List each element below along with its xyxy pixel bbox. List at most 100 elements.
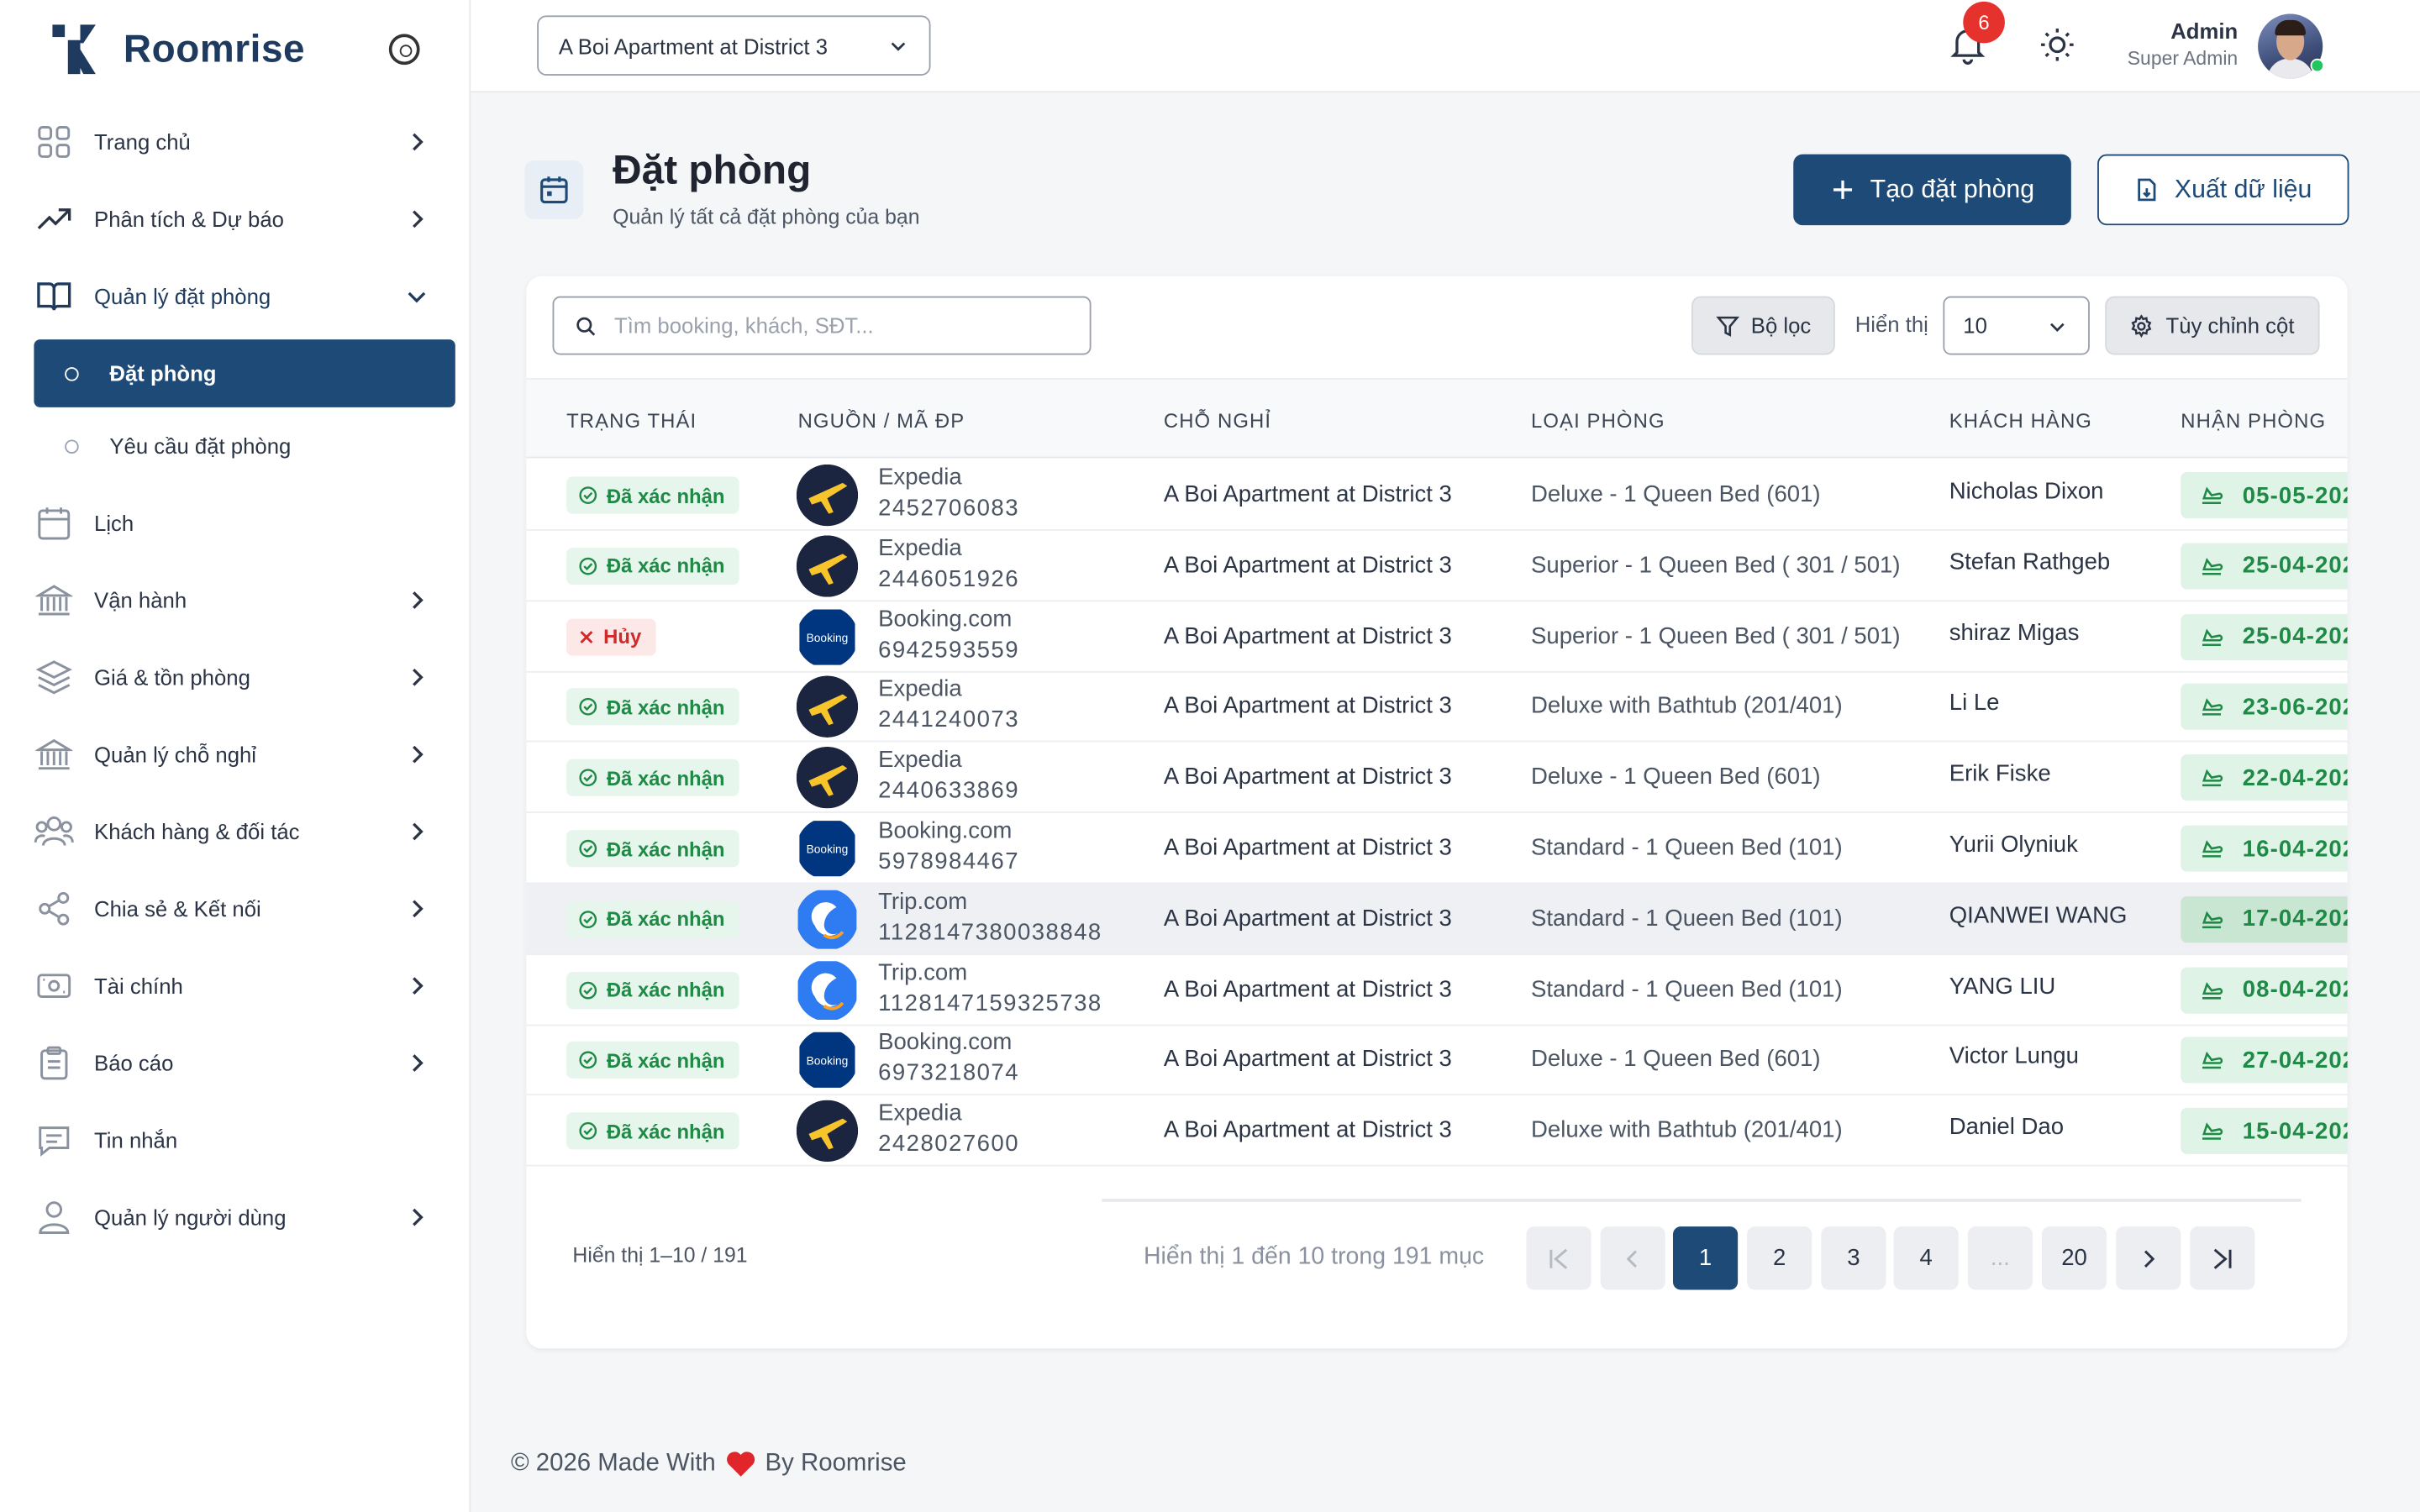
guest-name[interactable]: Daniel Dao [1949, 1114, 2064, 1140]
booking-code[interactable]: 5978984467 [878, 848, 1019, 874]
booking-code[interactable]: 2440633869 [878, 778, 1019, 804]
sidebar-item-properties[interactable]: Quản lý chỗ nghỉ [0, 716, 471, 793]
sidebar-item-booking-requests[interactable]: Yêu cầu đặt phòng [34, 412, 455, 480]
next-page-button[interactable] [2116, 1226, 2181, 1290]
property-select[interactable]: A Boi Apartment at District 3 [537, 15, 931, 76]
booking-code[interactable]: 2441240073 [878, 707, 1019, 733]
sidebar-item-calendar[interactable]: Lịch [0, 485, 471, 562]
page-button-3[interactable]: 3 [1821, 1226, 1886, 1290]
room-type: Standard - 1 Queen Bed (101) [1531, 975, 1843, 1003]
chevron-right-icon [413, 900, 424, 918]
sidebar-toggle-icon[interactable] [388, 34, 420, 66]
sidebar-item-operations[interactable]: Vận hành [0, 562, 471, 639]
sidebar-item-analytics[interactable]: Phân tích & Dự báo [0, 181, 471, 258]
guest-name[interactable]: shiraz Migas [1949, 620, 2080, 646]
room-type: Superior - 1 Queen Bed ( 301 / 501) [1531, 622, 1901, 649]
sidebar-item-bookings[interactable]: Đặt phòng [34, 339, 455, 407]
pagination-summary: Hiển thị 1–10 / 191 [572, 1243, 748, 1267]
customize-columns-button[interactable]: Tùy chỉnh cột [2105, 296, 2320, 355]
guest-name[interactable]: YANG LIU [1949, 973, 2056, 999]
column-header-checkin[interactable]: NHẬN PHÒNG [2181, 409, 2326, 433]
guest-name[interactable]: Yurii Olyniuk [1949, 832, 2078, 858]
sidebar-item-share-connect[interactable]: Chia sẻ & Kết nối [0, 870, 471, 948]
table-row[interactable]: Hủy Booking Booking.com 6942593559 A Boi Apa… [526, 601, 2348, 673]
column-header-status[interactable]: TRẠNG THÁI [566, 409, 697, 433]
status-label: Đã xác nhận [606, 696, 725, 719]
chevron-right-icon [413, 1208, 424, 1226]
sidebar-item-finance[interactable]: Tài chính [0, 948, 471, 1025]
table-row[interactable]: Đã xác nhận Expedia 2452706083 A Boi Apartm… [526, 459, 2348, 531]
booking-code[interactable]: 2452706083 [878, 496, 1019, 522]
search-placeholder: Tìm booking, khách, SĐT... [614, 312, 874, 339]
sidebar-item-booking-management[interactable]: Quản lý đặt phòng [0, 258, 471, 335]
guest-name[interactable]: Stefan Rathgeb [1949, 549, 2110, 575]
guest-name[interactable]: Li Le [1949, 690, 2000, 717]
sidebar-item-home[interactable]: Trang chủ [0, 103, 471, 181]
booking-logo-icon: Booking [797, 817, 858, 879]
column-header-room-type[interactable]: LOẠI PHÒNG [1531, 409, 1665, 433]
sidebar-item-messages[interactable]: Tin nhắn [0, 1101, 471, 1179]
page-button-4[interactable]: 4 [1893, 1226, 1959, 1290]
sidebar-item-customers-partners[interactable]: Khách hàng & đối tác [0, 793, 471, 870]
booking-code[interactable]: 1128147380038848 [878, 919, 1102, 945]
sidebar-item-user-management[interactable]: Quản lý người dùng [0, 1179, 471, 1256]
table-row[interactable]: Đã xác nhận Expedia 2446051926 A Boi Apartm… [526, 530, 2348, 601]
sidebar-item-reports[interactable]: Báo cáo [0, 1025, 471, 1102]
sun-icon[interactable] [2039, 26, 2075, 63]
checkin-date-value: 25-04-202 [2242, 623, 2348, 650]
create-booking-button[interactable]: Tạo đặt phòng [1793, 154, 2071, 226]
notification-badge: 6 [1963, 1, 2005, 44]
topbar: A Boi Apartment at District 3 6 Admin Su… [471, 0, 2420, 93]
page-size-select[interactable]: 10 [1943, 296, 2090, 355]
column-header-property[interactable]: CHỖ NGHỈ [1164, 409, 1271, 433]
sidebar-item-rates-inventory[interactable]: Giá & tồn phòng [0, 638, 471, 716]
pagination-range: Hiển thị 1 đến 10 trong 191 mục [1143, 1243, 1485, 1270]
chevron-right-icon [413, 977, 424, 995]
guest-name[interactable]: QIANWEI WANG [1949, 902, 2128, 928]
column-header-guest[interactable]: KHÁCH HÀNG [1949, 409, 2092, 433]
booking-code[interactable]: 6973218074 [878, 1061, 1019, 1087]
sidebar: Roomrise Trang chủ Phân tích & Dự báo Qu… [0, 0, 471, 1512]
room-type: Deluxe with Bathtub (201/401) [1531, 1117, 1843, 1144]
table-row[interactable]: Đã xác nhận Expedia 2441240073 A Boi Apartm… [526, 672, 2348, 743]
source-name: Trip.com [878, 958, 968, 985]
circle-icon [65, 366, 79, 381]
first-page-button[interactable] [1526, 1226, 1591, 1290]
checkin-date-value: 08-04-202 [2242, 976, 2348, 1004]
export-data-button[interactable]: Xuất dữ liệu [2097, 154, 2349, 226]
table-row[interactable]: Đã xác nhận Trip.com 1128147380038848 A Boi… [526, 884, 2348, 955]
checkin-date-value: 25-04-202 [2242, 553, 2348, 580]
status-label: Đã xác nhận [606, 1048, 725, 1073]
chevron-right-icon [413, 745, 424, 764]
guest-name[interactable]: Erik Fiske [1949, 761, 2051, 787]
search-input[interactable]: Tìm booking, khách, SĐT... [552, 296, 1092, 355]
prev-page-button[interactable] [1600, 1226, 1665, 1290]
booking-code[interactable]: 2446051926 [878, 566, 1019, 592]
last-page-button[interactable] [2190, 1226, 2255, 1290]
page-button-20[interactable]: 20 [2041, 1226, 2107, 1290]
check-in-icon [2202, 981, 2223, 999]
booking-code[interactable]: 2428027600 [878, 1131, 1019, 1158]
page-button-1[interactable]: 1 [1672, 1226, 1739, 1290]
trending-up-icon [34, 199, 74, 239]
check-circle-icon [579, 1052, 597, 1069]
table-row[interactable]: Đã xác nhận Expedia 2440633869 A Boi Apartm… [526, 743, 2348, 814]
table-row[interactable]: Đã xác nhận Booking Booking.com 5978984467 A… [526, 813, 2348, 885]
table-row[interactable]: Đã xác nhận Booking Booking.com 6973218074 A… [526, 1025, 2348, 1096]
guest-name[interactable]: Nicholas Dixon [1949, 478, 2104, 504]
table-row[interactable]: Đã xác nhận Trip.com 1128147159325738 A Boi… [526, 954, 2348, 1026]
page-button-2[interactable]: 2 [1747, 1226, 1812, 1290]
sidebar-item-label: Báo cáo [94, 1050, 174, 1076]
brand-logo[interactable]: Roomrise [50, 22, 305, 77]
page-size-label: Hiển thị [1854, 312, 1928, 337]
first-page-icon [1549, 1247, 1568, 1268]
booking-code[interactable]: 1128147159325738 [878, 990, 1102, 1016]
status-badge: Đã xác nhận [566, 547, 739, 585]
guest-name[interactable]: Victor Lungu [1949, 1043, 2079, 1069]
filter-button[interactable]: Bộ lọc [1691, 296, 1835, 355]
chevron-down-icon [2050, 323, 2065, 333]
table-row[interactable]: Đã xác nhận Expedia 2428027600 A Boi Apartm… [526, 1095, 2348, 1167]
column-header-source[interactable]: NGUỒN / MÃ ĐP [798, 409, 965, 433]
chevron-right-icon [413, 591, 424, 609]
booking-code[interactable]: 6942593559 [878, 637, 1019, 663]
